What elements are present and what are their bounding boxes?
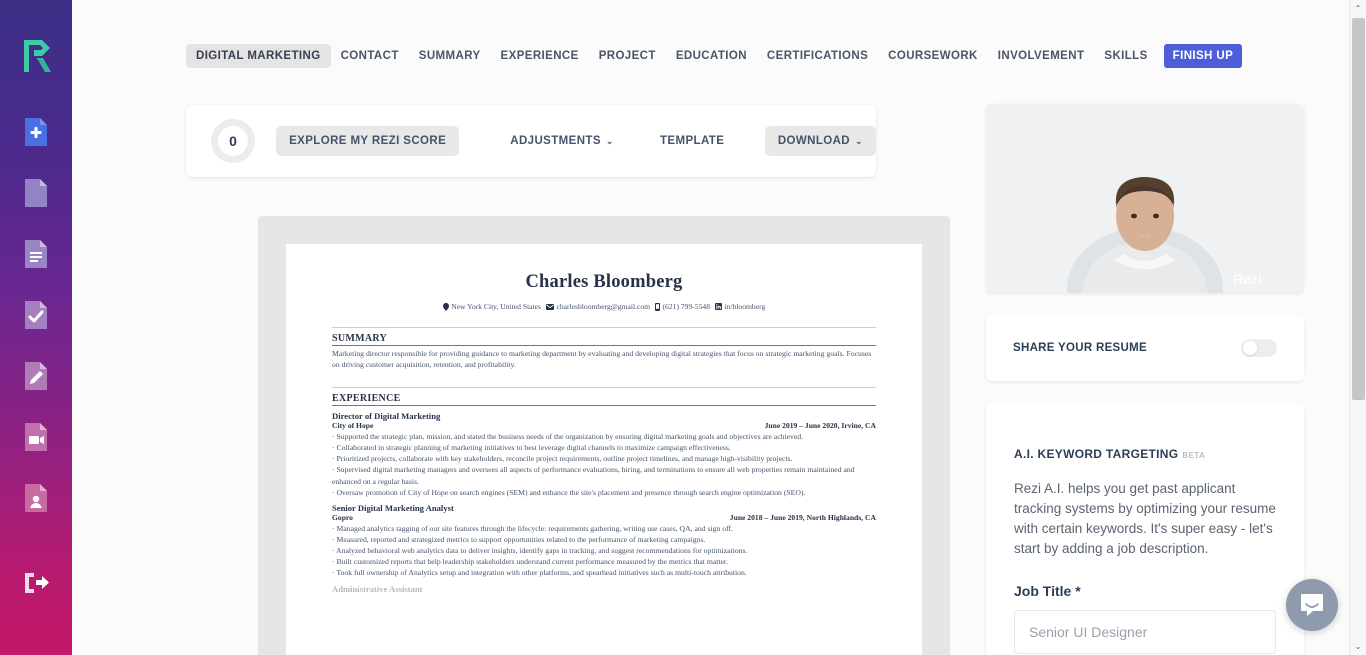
chat-bubble-icon (1301, 594, 1323, 616)
keyword-title-row: A.I. KEYWORD TARGETING BETA (1014, 445, 1276, 463)
download-dropdown[interactable]: DOWNLOAD ⌄ (764, 126, 876, 156)
job-bullet: · Analyzed behavioral web analytics data… (332, 546, 748, 556)
resume-paper[interactable]: Charles Bloomberg New York City, United … (286, 244, 922, 655)
sidebar-item-resume-review[interactable] (16, 293, 56, 337)
resume-job-entry[interactable]: Director of Digital Marketing City of Ho… (332, 411, 876, 498)
video-watermark: Rezi (1233, 271, 1262, 287)
sidebar-item-video[interactable] (16, 415, 56, 459)
rezi-logo[interactable] (16, 34, 56, 78)
video-thumbnail: Rezi (986, 104, 1304, 293)
adjustments-dropdown[interactable]: ADJUSTMENTS ⌄ (506, 126, 618, 156)
tab-skills[interactable]: SKILLS (1094, 44, 1157, 68)
job-bullet: · Managed analytics tagging of our site … (332, 523, 733, 533)
chevron-down-icon: ⌄ (855, 135, 863, 146)
sidebar-item-edit[interactable] (16, 354, 56, 398)
adjustments-label: ADJUSTMENTS (510, 135, 601, 147)
left-sidebar (0, 0, 72, 655)
job-title: Director of Digital Marketing (332, 410, 441, 421)
tab-certifications[interactable]: CERTIFICATIONS (757, 44, 878, 68)
share-resume-label: SHARE YOUR RESUME (1013, 342, 1147, 354)
job-bullet: · Prioritized projects, collaborate with… (332, 454, 793, 464)
sidebar-item-resumes[interactable] (16, 171, 56, 215)
resume-summary-text: Marketing director responsible for provi… (332, 349, 872, 369)
page-scrollbar[interactable]: ⌃ ⌄ (1349, 0, 1366, 655)
job-bullets: · Supported the strategic plan, mission,… (332, 431, 876, 498)
explore-rezi-score-button[interactable]: EXPLORE MY REZI SCORE (276, 126, 460, 156)
job-title-label: Job Title * (1014, 582, 1081, 599)
sidebar-item-profile[interactable] (16, 476, 56, 520)
resume-next-entry-preview: Administrative Assistant (332, 583, 423, 594)
toggle-knob (1243, 341, 1257, 355)
sidebar-item-logout[interactable] (16, 561, 56, 605)
phone-icon (655, 302, 661, 311)
intro-video-card[interactable]: Rezi Rezi (986, 104, 1304, 293)
envelope-icon (546, 303, 554, 310)
location-pin-icon (442, 302, 449, 311)
tab-involvement[interactable]: INVOLVEMENT (988, 44, 1095, 68)
share-resume-card: SHARE YOUR RESUME (986, 315, 1304, 381)
job-bullet: · Took full ownership of Analytics setup… (332, 568, 747, 578)
tab-experience[interactable]: EXPERIENCE (491, 44, 589, 68)
scroll-down-arrow[interactable]: ⌄ (1350, 638, 1366, 655)
resume-summary-heading: SUMMARY (332, 327, 876, 346)
rezi-score-value: 0 (218, 126, 248, 156)
tab-education[interactable]: EDUCATION (666, 44, 757, 68)
contact-phone: (621) 799-5548 (655, 302, 710, 311)
template-label: TEMPLATE (659, 135, 725, 147)
keyword-targeting-card: A.I. KEYWORD TARGETING BETA Rezi A.I. hel… (986, 403, 1304, 655)
resume-job-entry[interactable]: Senior Digital Marketing Analyst Gopro J… (332, 503, 876, 579)
linkedin-icon (715, 303, 722, 310)
share-resume-toggle[interactable] (1241, 339, 1277, 357)
job-meta: City of Hope June 2019 – June 2020, Irvi… (332, 421, 876, 430)
section-tabs: DIGITAL MARKETING CONTACT SUMMARY EXPERI… (72, 0, 1366, 68)
tab-coursework[interactable]: COURSEWORK (878, 44, 988, 68)
job-title-input[interactable] (1014, 609, 1276, 654)
tab-project[interactable]: PROJECT (589, 44, 666, 68)
finish-up-button[interactable]: FINISH UP (1163, 44, 1243, 68)
resume-experience-heading: EXPERIENCE (332, 386, 876, 406)
job-company: City of Hope (332, 420, 374, 430)
job-bullets: · Managed analytics tagging of our site … (332, 523, 876, 579)
explore-rezi-score-label: EXPLORE MY REZI SCORE (289, 135, 447, 147)
job-bullet: · Supervised digital marketing managers … (332, 465, 855, 486)
resume-contact-line: New York City, United States charlesbloo… (332, 302, 876, 311)
keyword-targeting-title: A.I. KEYWORD TARGETING (1014, 447, 1179, 461)
job-bullet: · Collaborated in strategic planning of … (332, 443, 731, 453)
job-meta: Gopro June 2018 – June 2019, North Highl… (332, 513, 876, 522)
tab-summary[interactable]: SUMMARY (409, 44, 491, 68)
job-company: Gopro (332, 512, 353, 522)
right-panel: Rezi Rezi SHARE YOUR RESUME A.I. KEYWORD… (986, 104, 1304, 655)
sidebar-item-new-resume[interactable] (16, 110, 56, 154)
sidebar-item-cover-letters[interactable] (16, 232, 56, 276)
template-button[interactable]: TEMPLATE (656, 126, 728, 156)
job-dates-location: June 2018 – June 2019, North Highlands, … (729, 512, 876, 522)
scroll-up-arrow[interactable]: ⌃ (1350, 0, 1366, 17)
tab-digital-marketing[interactable]: DIGITAL MARKETING (186, 44, 331, 68)
job-title: Senior Digital Marketing Analyst (332, 502, 454, 513)
keyword-targeting-description: Rezi A.I. helps you get past applicant t… (1014, 481, 1276, 556)
rezi-score-ring: 0 (211, 119, 255, 163)
app-root: DIGITAL MARKETING CONTACT SUMMARY EXPERI… (0, 0, 1366, 655)
contact-linkedin: in/bloomberg (715, 302, 765, 311)
job-dates-location: June 2019 – June 2020, Irvine, CA (764, 420, 876, 430)
resume-toolbar: 0 EXPLORE MY REZI SCORE ADJUSTMENTS ⌄ TE… (186, 105, 876, 177)
download-label: DOWNLOAD (777, 135, 851, 147)
job-bullet: · Supported the strategic plan, mission,… (332, 431, 804, 441)
resume-preview-container: Charles Bloomberg New York City, United … (258, 216, 950, 655)
contact-email: charlesbloomberg@gmail.com (546, 302, 650, 311)
job-bullet: · Measured, reported and strategized met… (332, 534, 706, 544)
job-bullet: · Oversaw promotion of City of Hope on s… (332, 487, 806, 497)
resume-name: Charles Bloomberg (525, 272, 683, 292)
beta-badge: BETA (1182, 451, 1206, 460)
contact-location: New York City, United States (442, 302, 541, 311)
scrollbar-thumb[interactable] (1352, 18, 1365, 400)
chat-launcher-button[interactable] (1286, 579, 1338, 631)
job-bullet: · Built customized reports that help lea… (332, 557, 728, 567)
tab-contact[interactable]: CONTACT (331, 44, 409, 68)
chevron-down-icon: ⌄ (605, 135, 614, 146)
main-area: DIGITAL MARKETING CONTACT SUMMARY EXPERI… (72, 0, 1366, 655)
